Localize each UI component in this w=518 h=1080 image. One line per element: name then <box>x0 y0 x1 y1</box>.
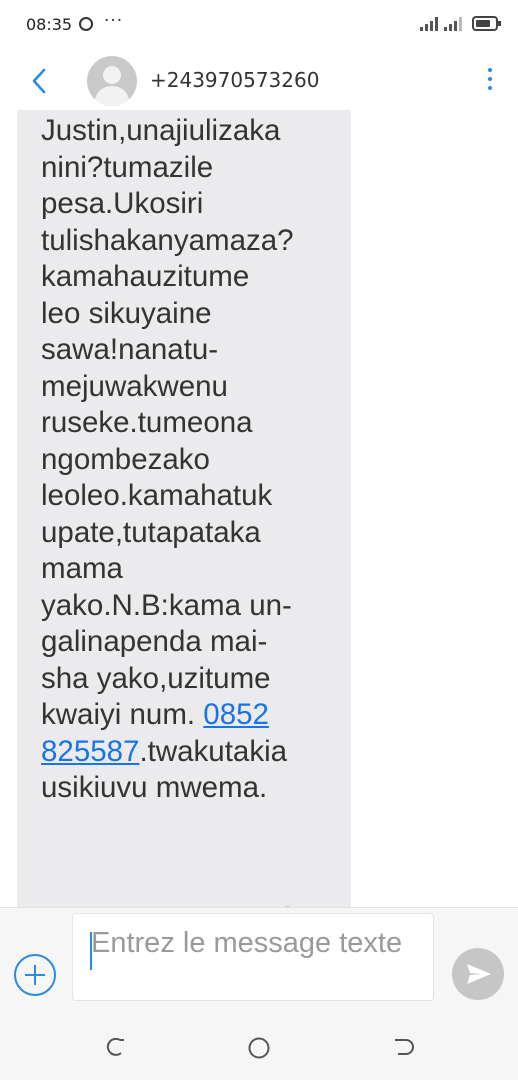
recent-apps-icon[interactable] <box>104 1036 126 1062</box>
avatar-head <box>103 66 121 84</box>
phone-link[interactable]: 0852 <box>203 698 269 731</box>
signal-icon-2 <box>444 17 466 31</box>
contact-number: +243970573260 <box>150 68 320 92</box>
status-time: 08:35 <box>26 15 73 34</box>
message-input[interactable]: Entrez le message texte <box>72 913 434 1001</box>
message-after-link: .twakutakia <box>139 734 288 768</box>
add-attachment-button[interactable] <box>14 954 56 996</box>
home-icon[interactable] <box>247 1036 271 1064</box>
message-text: Justin,unajiulizaka nini?tumazile pesa.U… <box>41 113 351 807</box>
chat-bubble-icon <box>79 17 93 31</box>
send-button[interactable] <box>452 948 504 1000</box>
composer: Entrez le message texte <box>0 907 518 1011</box>
back-button[interactable] <box>28 66 52 96</box>
message-input-placeholder: Entrez le message texte <box>91 927 403 959</box>
message-last-line: usikiuvu mwema. <box>41 771 268 804</box>
back-nav-icon[interactable] <box>392 1036 414 1062</box>
message-lines: Justin,unajiulizaka nini?tumazile pesa.U… <box>41 114 294 731</box>
send-icon <box>467 964 491 984</box>
avatar[interactable] <box>87 56 137 106</box>
battery-icon <box>472 16 501 31</box>
conversation-header: +243970573260 <box>0 50 518 111</box>
status-bar: 08:35 ··· <box>0 0 518 50</box>
notification-more: ··· <box>104 11 124 31</box>
system-nav-bar <box>0 1010 518 1080</box>
avatar-body <box>95 86 129 106</box>
signal-icon <box>420 17 442 31</box>
phone-link-continued[interactable]: 825587 <box>41 735 139 768</box>
overflow-menu-button[interactable] <box>486 68 494 96</box>
chevron-left-icon <box>32 68 46 94</box>
